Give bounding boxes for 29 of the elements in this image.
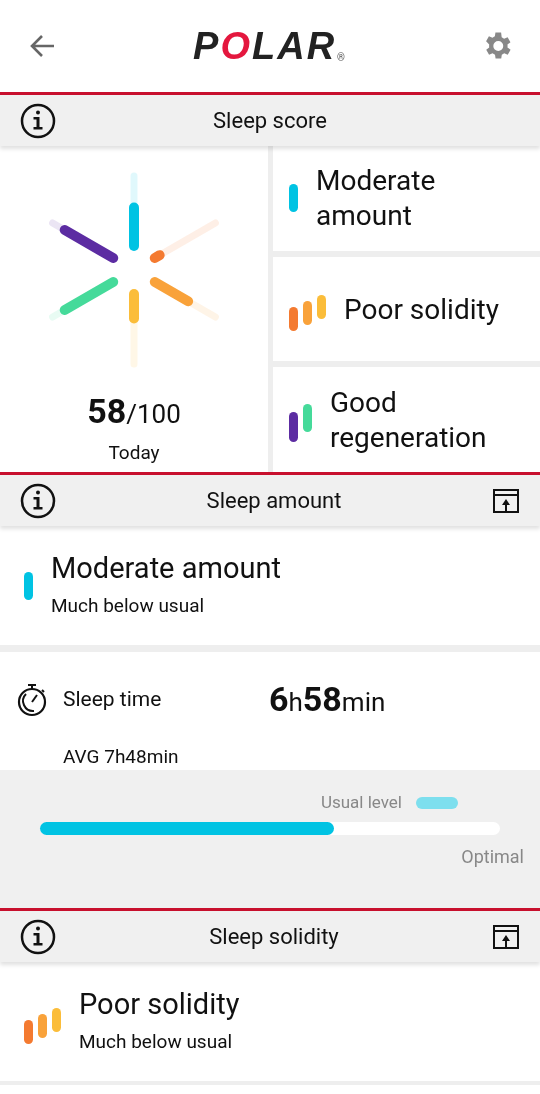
sleep-time-average: AVG 7h48min [63, 744, 180, 770]
score-day: Today [108, 439, 160, 468]
score-max: /100 [126, 398, 181, 431]
rating-label: Poor solidity [344, 291, 500, 327]
sleep-time-label: Sleep time [63, 685, 163, 713]
info-icon[interactable] [20, 482, 56, 519]
summary-title: Poor solidity [79, 986, 240, 1023]
rating-label: Moderate amount [316, 163, 437, 234]
sleep-time-value: 6h58min [269, 678, 386, 721]
rating-label: Good regeneration [330, 384, 488, 455]
usual-level-swatch [416, 796, 458, 809]
section-title: Sleep solidity [208, 923, 340, 951]
rating-card[interactable]: Poor solidity [273, 256, 540, 362]
rating-card[interactable]: Moderate amount [273, 146, 540, 251]
info-icon[interactable] [20, 102, 56, 139]
info-icon[interactable] [20, 918, 56, 955]
export-icon[interactable] [492, 922, 520, 951]
score-value: 58 [87, 390, 127, 433]
rating-card[interactable]: Good regeneration [273, 367, 540, 472]
usual-level-label: Usual level [320, 791, 402, 814]
section-title: Sleep amount [205, 487, 343, 515]
summary-title: Moderate amount [51, 550, 281, 587]
export-icon[interactable] [492, 486, 520, 515]
polar-logo: POLAR® [193, 27, 345, 65]
section-title: Sleep score [212, 107, 328, 135]
optimal-label: Optimal [461, 844, 524, 869]
summary-detail: Much below usual [79, 1029, 234, 1056]
summary-detail: Much below usual [51, 593, 206, 620]
stopwatch-icon [16, 682, 48, 717]
